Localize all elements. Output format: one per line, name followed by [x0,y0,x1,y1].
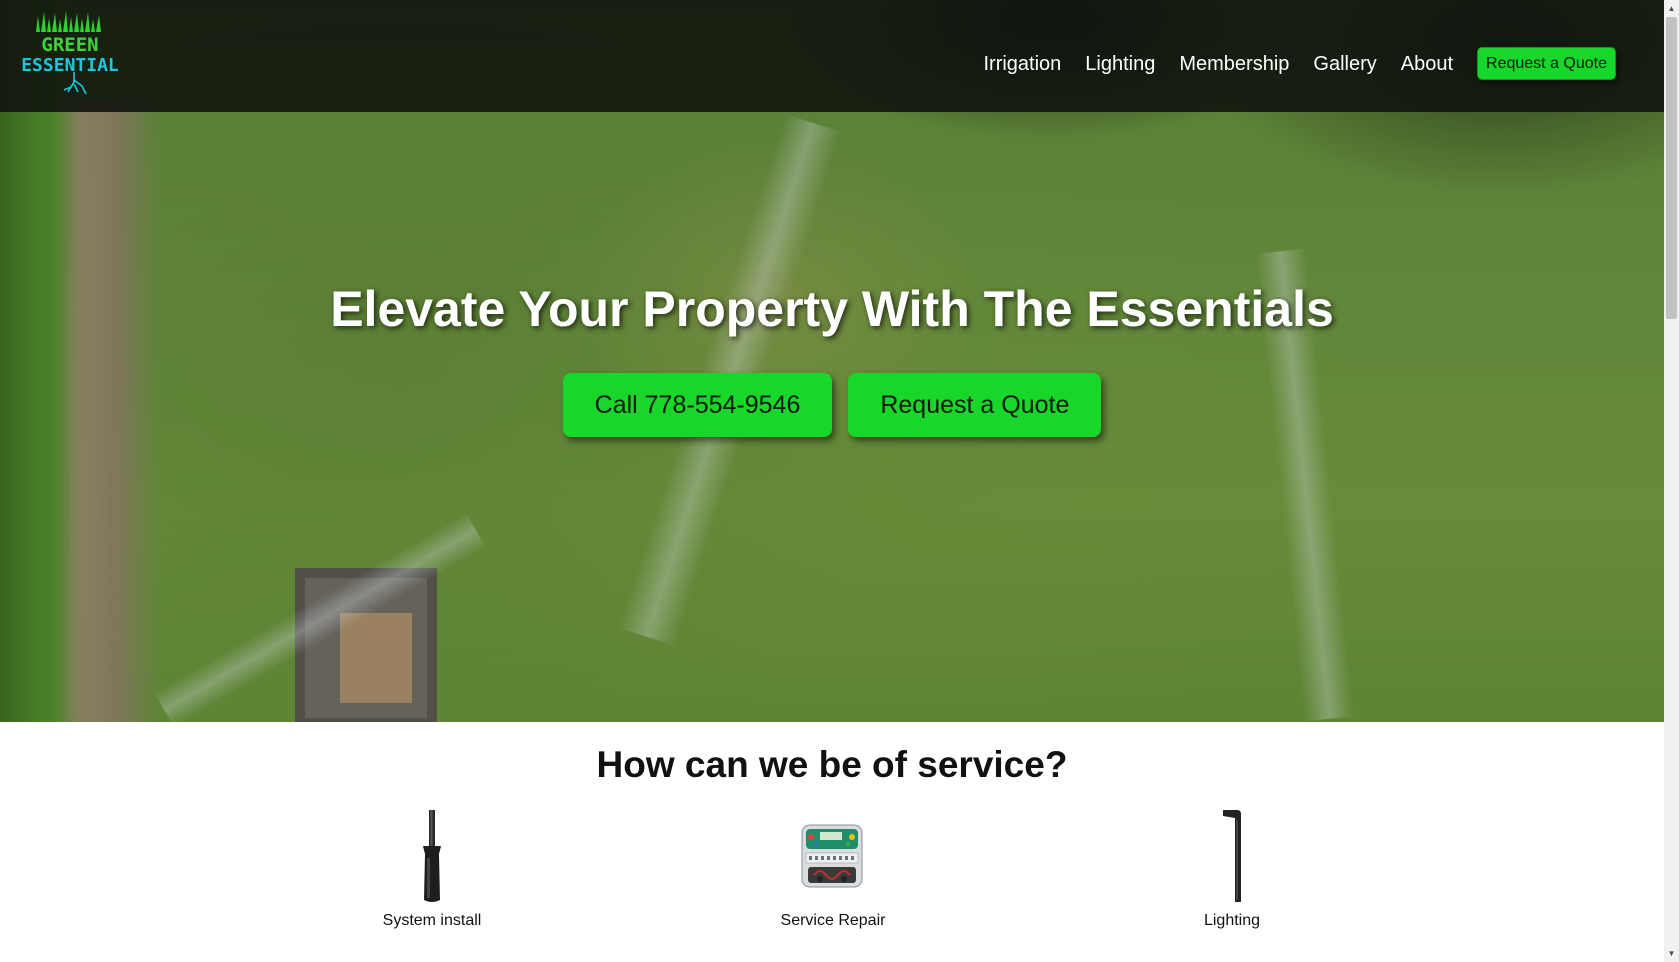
service-card-service-repair[interactable]: Service Repair [713,808,953,930]
green-essential-logo[interactable]: GREEN ESSENTIAL [14,10,130,96]
svg-text:ESSENTIAL: ESSENTIAL [21,55,119,76]
header-request-quote-button[interactable]: Request a Quote [1477,47,1616,80]
scroll-down-arrow-icon[interactable]: ▼ [1664,945,1679,962]
nav-item-irrigation[interactable]: Irrigation [983,52,1061,76]
hero-button-group: Call 778-554-9546 Request a Quote [0,373,1664,437]
service-card-lighting[interactable]: Lighting [1112,808,1352,930]
service-label: Lighting [1203,912,1261,929]
service-label: Service Repair [780,912,886,929]
page: Elevate Your Property With The Essential… [0,0,1679,962]
service-card-system-install[interactable]: System install [312,808,552,930]
viewport: Elevate Your Property With The Essential… [0,0,1664,962]
svg-text:GREEN: GREEN [41,34,98,56]
site-header: GREEN ESSENTIAL Irrigation Lighting Memb… [0,0,1664,112]
call-button[interactable]: Call 778-554-9546 [562,373,833,437]
nav-item-gallery[interactable]: Gallery [1313,52,1376,76]
path-light-icon [1112,808,1352,904]
nav-item-membership[interactable]: Membership [1179,52,1289,76]
hero-title: Elevate Your Property With The Essential… [330,281,1334,337]
nav-item-about[interactable]: About [1401,52,1453,76]
service-label: System install [382,912,482,929]
request-quote-button[interactable]: Request a Quote [848,373,1102,437]
nav-item-lighting[interactable]: Lighting [1085,52,1155,76]
services-title: How can we be of service? [596,744,1068,785]
page-scrollbar[interactable]: ▲ ▼ [1664,0,1679,962]
scroll-up-arrow-icon[interactable]: ▲ [1664,0,1679,17]
irrigation-controller-icon [713,808,953,904]
main-nav: Irrigation Lighting Membership Gallery A… [983,47,1616,80]
sprinkler-head-icon [312,808,552,904]
scroll-thumb[interactable] [1666,17,1677,319]
